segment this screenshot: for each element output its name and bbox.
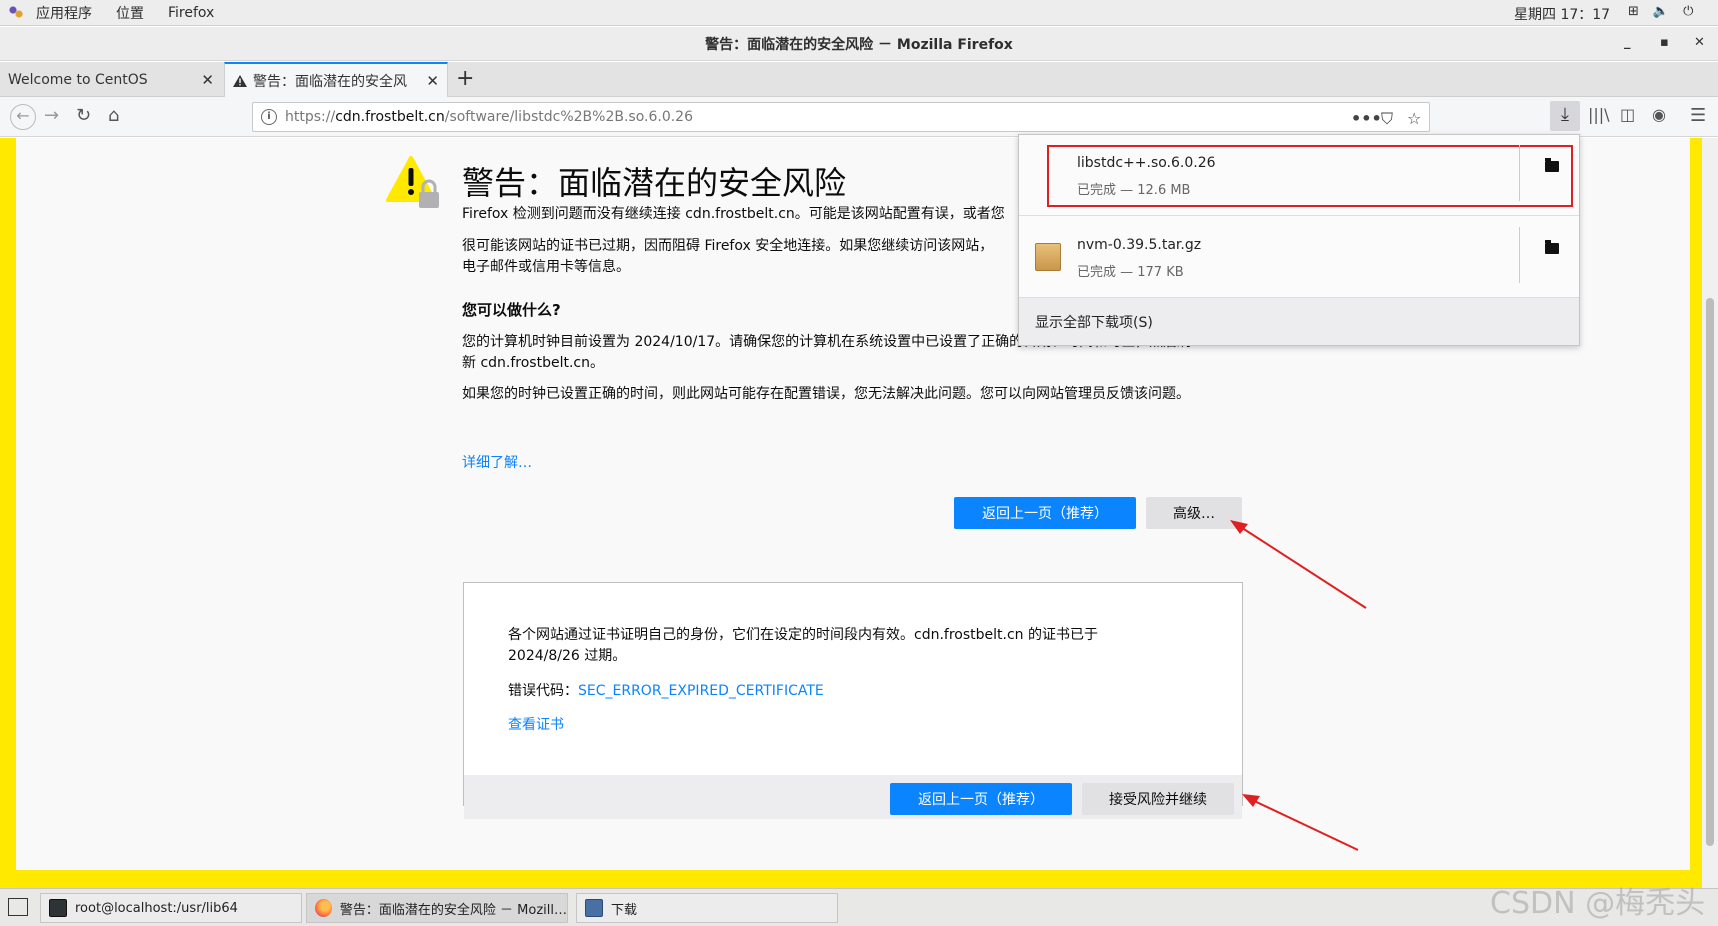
page-title: 警告：面临潜在的安全风险 <box>462 164 847 202</box>
advanced-panel-footer: 返回上一页（推荐） 接受风险并继续 <box>464 775 1242 819</box>
window-title-bar: 警告：面临潜在的安全风险 － Mozilla Firefox _ ▪ ✕ <box>0 27 1718 61</box>
advanced-text-line2: 2024/8/26 过期。 <box>508 648 627 664</box>
back-button[interactable]: ← <box>10 104 36 130</box>
url-host: cdn.frostbelt.cn <box>335 109 445 125</box>
tab-label: 警告：面临潜在的安全风 <box>253 74 407 90</box>
watermark: CSDN @梅秃头 <box>1490 886 1706 921</box>
firefox-icon <box>315 899 332 917</box>
maximize-button[interactable]: ▪ <box>1660 35 1669 50</box>
view-certificate-link[interactable]: 查看证书 <box>508 717 564 733</box>
divider <box>1519 145 1520 201</box>
error-code-link[interactable]: SEC_ERROR_EXPIRED_CERTIFICATE <box>578 683 824 699</box>
taskbar-item-firefox[interactable]: 警告：面临潜在的安全风险 － Mozill… <box>306 893 568 923</box>
taskbar-label: 警告：面临潜在的安全风险 － Mozill… <box>339 902 567 918</box>
download-status: 已完成 — 177 KB <box>1077 265 1184 280</box>
hamburger-menu-icon[interactable]: ☰ <box>1690 105 1706 126</box>
volume-icon[interactable]: 🔈 <box>1653 4 1669 19</box>
accept-risk-button[interactable]: 接受风险并继续 <box>1082 783 1234 815</box>
close-tab-icon[interactable]: ✕ <box>201 71 214 89</box>
divider <box>1519 227 1520 283</box>
minimize-button[interactable]: _ <box>1624 35 1631 50</box>
downloads-window-icon <box>585 899 603 917</box>
download-status: 已完成 — 12.6 MB <box>1077 183 1191 198</box>
view-certificate-row: 查看证书 <box>508 715 1148 736</box>
clock-text-line2: 新 cdn.frostbelt.cn。 <box>462 355 604 371</box>
applications-menu[interactable]: 应用程序 <box>24 3 104 23</box>
tab-welcome-centos[interactable]: Welcome to CentOS ✕ <box>0 62 222 97</box>
taskbar-label: root@localhost:/usr/lib64 <box>75 900 238 916</box>
vertical-scrollbar[interactable] <box>1702 138 1718 888</box>
window-title: 警告：面临潜在的安全风险 － Mozilla Firefox <box>705 36 1013 53</box>
open-folder-icon[interactable] <box>1545 240 1559 254</box>
advanced-text-line1: 各个网站通过证书证明自己的身份，它们在设定的时间段内有效。cdn.frostbe… <box>508 627 1098 643</box>
error-code-label: 错误代码： <box>508 683 578 699</box>
reload-button[interactable]: ↻ <box>76 105 91 126</box>
download-item[interactable]: libstdc++.so.6.0.26 已完成 — 12.6 MB <box>1019 135 1579 211</box>
warning-icon <box>233 75 247 87</box>
bookmark-star-icon[interactable]: ☆ <box>1407 109 1421 128</box>
tab-label: Welcome to CentOS <box>8 71 148 88</box>
error-code-row: 错误代码：SEC_ERROR_EXPIRED_CERTIFICATE <box>508 681 1148 702</box>
power-icon[interactable]: ⏻ <box>1683 4 1693 19</box>
advanced-button[interactable]: 高级… <box>1146 497 1242 529</box>
close-window-button[interactable]: ✕ <box>1694 35 1705 50</box>
sidebar-icon[interactable]: ◫ <box>1620 105 1635 124</box>
taskbar-label: 下载 <box>611 902 638 918</box>
warning-lock-icon <box>386 156 439 208</box>
taskbar-item-terminal[interactable]: root@localhost:/usr/lib64 <box>40 893 302 923</box>
terminal-icon <box>49 899 67 917</box>
navigation-bar: ← → ↻ ⌂ i https://cdn.frostbelt.cn/softw… <box>0 97 1718 137</box>
applications-icon[interactable] <box>8 4 24 21</box>
download-item[interactable]: nvm-0.39.5.tar.gz 已完成 — 177 KB <box>1019 217 1579 293</box>
show-all-downloads-button[interactable]: 显示全部下载项(S) <box>1019 297 1579 345</box>
forward-button[interactable]: → <box>44 105 59 126</box>
account-icon[interactable]: ◉ <box>1652 105 1666 124</box>
firefox-menu[interactable]: Firefox <box>156 5 226 21</box>
window-list-taskbar: root@localhost:/usr/lib64 警告：面临潜在的安全风险 －… <box>0 888 1718 926</box>
tab-security-warning[interactable]: 警告：面临潜在的安全风 ✕ <box>224 62 448 98</box>
scrollbar-thumb[interactable] <box>1706 298 1714 846</box>
site-info-icon[interactable]: i <box>261 109 277 125</box>
go-back-button-advanced[interactable]: 返回上一页（推荐） <box>890 783 1072 815</box>
go-back-button[interactable]: 返回上一页（推荐） <box>954 497 1136 529</box>
tab-bar: Welcome to CentOS ✕ 警告：面临潜在的安全风 ✕ + <box>0 62 1718 98</box>
taskbar-item-downloads[interactable]: 下载 <box>576 893 838 923</box>
home-button[interactable]: ⌂ <box>108 105 119 126</box>
page-actions-icon[interactable]: ••• <box>1351 109 1382 128</box>
show-desktop-icon[interactable] <box>8 898 28 916</box>
downloads-panel: libstdc++.so.6.0.26 已完成 — 12.6 MB nvm-0.… <box>1018 134 1580 346</box>
clock[interactable]: 星期四 17：17 <box>1514 4 1610 24</box>
network-icon[interactable]: ⊞ <box>1628 4 1639 19</box>
download-filename: libstdc++.so.6.0.26 <box>1077 155 1216 171</box>
divider <box>1019 215 1579 216</box>
config-error-text: 如果您的时钟已设置正确的时间，则此网站可能存在配置错误，您无法解决此问题。您可以… <box>462 386 1190 402</box>
archive-file-icon <box>1035 243 1061 271</box>
url-bar[interactable]: i https://cdn.frostbelt.cn/software/libs… <box>252 102 1430 132</box>
library-icon[interactable]: |||\ <box>1588 105 1610 124</box>
url-scheme: https:// <box>285 109 336 125</box>
gnome-top-bar: 应用程序 位置 Firefox 星期四 17：17 ⊞ 🔈 ⏻ <box>0 0 1718 26</box>
new-tab-button[interactable]: + <box>456 66 474 91</box>
url-path: /software/libstdc%2B%2B.so.6.0.26 <box>444 109 693 125</box>
places-menu[interactable]: 位置 <box>104 3 156 23</box>
learn-more-link[interactable]: 详细了解… <box>462 452 532 472</box>
open-folder-icon[interactable] <box>1545 158 1559 172</box>
advanced-panel: 各个网站通过证书证明自己的身份，它们在设定的时间段内有效。cdn.frostbe… <box>463 582 1243 819</box>
downloads-button[interactable]: ⤓ <box>1550 101 1580 131</box>
pocket-icon[interactable]: ⛉ <box>1381 109 1393 129</box>
download-filename: nvm-0.39.5.tar.gz <box>1077 237 1202 253</box>
close-tab-icon[interactable]: ✕ <box>426 72 439 90</box>
